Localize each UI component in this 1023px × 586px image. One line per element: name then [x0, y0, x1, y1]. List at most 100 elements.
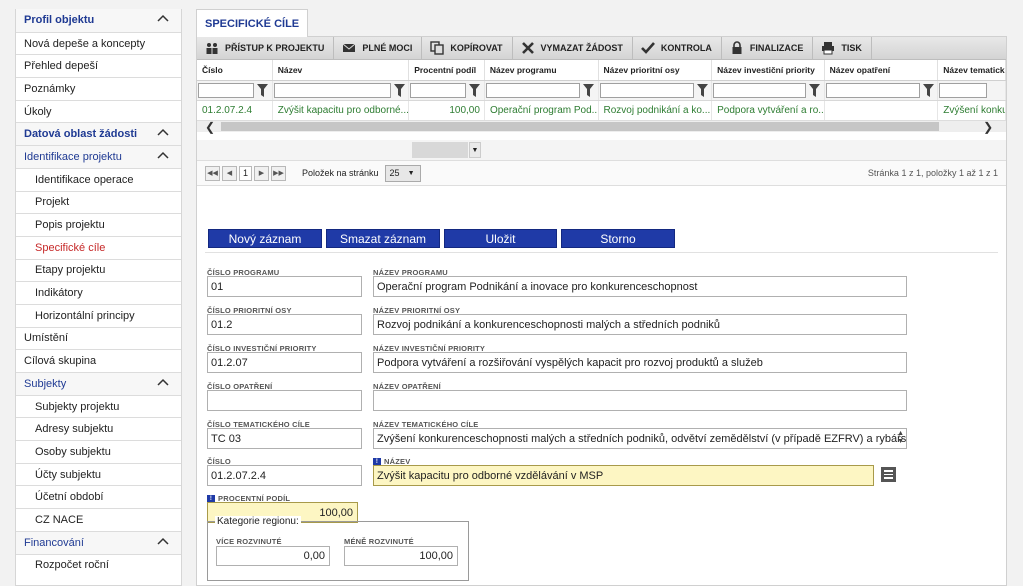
column-header[interactable]: Číslo	[197, 60, 273, 80]
tisk-button[interactable]: TISK	[813, 37, 872, 59]
chevron-up-icon[interactable]	[157, 128, 169, 140]
column-header[interactable]: Název investiční priority	[712, 60, 825, 80]
sidebar-item-identifikace-operace[interactable]: Identifikace operace	[16, 167, 181, 191]
number-field[interactable]: 01.2.07.2.4	[207, 465, 362, 486]
column-header[interactable]: Procentní podíl	[409, 60, 485, 80]
scroll-left-icon[interactable]: ❮	[205, 120, 215, 134]
sidebar-item-nová-depeše-a-koncepty[interactable]: Nová depeše a koncepty	[16, 31, 181, 55]
program-number-field[interactable]: 01	[207, 276, 362, 297]
finalizace-button[interactable]: FINALIZACE	[722, 37, 814, 59]
sidebar-item-etapy-projektu[interactable]: Etapy projektu	[16, 258, 181, 282]
sidebar-item-specifické-cíle[interactable]: Specifické cíle	[16, 235, 181, 259]
filter-input[interactable]	[273, 83, 391, 98]
filter-icon[interactable]	[469, 84, 482, 97]
sidebar-item-cz-nace[interactable]: CZ NACE	[16, 508, 181, 531]
sidebar-item-adresy-subjektu[interactable]: Adresy subjektu	[16, 417, 181, 440]
filter-icon[interactable]	[393, 84, 407, 97]
column-header[interactable]: Název opatření	[825, 60, 939, 80]
sidebar-item-datová-oblast-žádosti[interactable]: Datová oblast žádosti	[16, 122, 181, 146]
vymazat-žádost-button[interactable]: VYMAZAT ŽÁDOST	[513, 37, 633, 59]
filter-input[interactable]	[485, 83, 580, 98]
column-header[interactable]: Název prioritní osy	[599, 60, 713, 80]
sidebar-item-financování[interactable]: Financování	[16, 530, 181, 554]
plné-moci-button[interactable]: PLNÉ MOCI	[334, 37, 423, 59]
filter-icon[interactable]	[922, 84, 936, 97]
filter-icon[interactable]	[696, 84, 710, 97]
scrollbar-thumb[interactable]	[221, 122, 940, 131]
filter-input[interactable]	[825, 83, 920, 98]
sidebar-item-projekt[interactable]: Projekt	[16, 190, 181, 214]
investment-priority-name-field[interactable]: Podpora vytváření a rozšiřování vyspělýc…	[373, 352, 907, 373]
column-header[interactable]: Název tematického	[938, 60, 1006, 80]
sidebar-item-identifikace-projektu[interactable]: Identifikace projektu	[16, 145, 181, 168]
table-row[interactable]: 01.2.07.2.4 Zvýšit kapacitu pro odborné..…	[197, 101, 1006, 120]
filter-input[interactable]	[599, 83, 694, 98]
sidebar-item-osoby-subjektu[interactable]: Osoby subjektu	[16, 440, 181, 463]
sidebar-item-label: Nová depeše a koncepty	[24, 37, 146, 50]
list-icon[interactable]	[881, 467, 896, 482]
next-page-icon[interactable]: ▶	[254, 165, 269, 181]
chevron-up-icon[interactable]	[157, 14, 169, 26]
filter-input[interactable]	[713, 83, 807, 98]
tab-specificke-cile[interactable]: SPECIFICKÉ CÍLE	[196, 9, 309, 37]
program-name-field[interactable]: Operační program Podnikání a inovace pro…	[373, 276, 907, 297]
sidebar-item-umístění[interactable]: Umístění	[16, 326, 181, 350]
name-field[interactable]: Zvýšit kapacitu pro odborné vzdělávání v…	[373, 465, 874, 486]
sidebar-item-účetní-období[interactable]: Účetní období	[16, 485, 181, 508]
sidebar-item-popis-projektu[interactable]: Popis projektu	[16, 213, 181, 236]
secondary-scrollbar[interactable]: ▼	[197, 140, 1006, 160]
delete-record-button[interactable]: Smazat záznam	[326, 229, 440, 248]
pager-info: Stránka 1 z 1, položky 1 až 1 z 1	[867, 168, 998, 178]
priority-axis-name-field[interactable]: Rozvoj podnikání a konkurenceschopnosti …	[373, 314, 907, 335]
kontrola-button[interactable]: KONTROLA	[633, 37, 722, 59]
sidebar-item-rozpočet-roční[interactable]: Rozpočet roční	[16, 553, 181, 577]
prev-page-icon[interactable]: ◀	[222, 165, 237, 181]
sidebar-item-profil-objektu[interactable]: Profil objektu	[16, 9, 181, 32]
toolbar-button-label: KONTROLA	[660, 43, 712, 53]
new-record-button[interactable]: Nový záznam	[208, 229, 322, 248]
measure-name-field[interactable]	[373, 390, 907, 411]
thematic-goal-name-field[interactable]: Zvýšení konkurenceschopnosti malých a st…	[373, 428, 907, 449]
page-number[interactable]: 1	[239, 165, 252, 181]
filter-icon[interactable]	[809, 84, 822, 97]
spinner-icon[interactable]: ▲ ▼	[897, 430, 904, 446]
scrollbar-thumb-secondary[interactable]	[412, 142, 468, 158]
measure-number-field[interactable]	[207, 390, 362, 411]
investment-priority-number-field[interactable]: 01.2.07	[207, 352, 362, 373]
dropdown-arrow-icon[interactable]: ▼	[469, 142, 481, 158]
scroll-right-icon[interactable]: ❯	[983, 120, 993, 134]
sidebar-item-účty-subjektu[interactable]: Účty subjektu	[16, 462, 181, 486]
horizontal-scrollbar[interactable]: ❮ ❯	[197, 120, 1006, 134]
save-button[interactable]: Uložit	[444, 229, 557, 248]
first-page-icon[interactable]: ◀◀	[205, 165, 220, 181]
sidebar-item-horizontální-principy[interactable]: Horizontální principy	[16, 303, 181, 327]
filter-input[interactable]	[410, 83, 467, 98]
filter-icon[interactable]	[257, 84, 270, 97]
sidebar-item-cílová-skupina[interactable]: Cílová skupina	[16, 349, 181, 372]
přístup-k-projektu-button[interactable]: PŘÍSTUP K PROJEKTU	[197, 37, 335, 59]
filter-input[interactable]	[198, 83, 254, 98]
more-developed-field[interactable]: 0,00	[216, 546, 330, 566]
cancel-button[interactable]: Storno	[561, 229, 675, 248]
people-icon	[205, 41, 219, 55]
sidebar-item-poznámky[interactable]: Poznámky	[16, 77, 181, 100]
filter-icon[interactable]	[582, 84, 596, 97]
kopírovat-button[interactable]: KOPÍROVAT	[422, 37, 513, 59]
sidebar-item-přehled-depeší[interactable]: Přehled depeší	[16, 54, 181, 77]
sidebar-item-label: Subjekty	[24, 377, 67, 390]
last-page-icon[interactable]: ▶▶	[271, 165, 286, 181]
sidebar-item-indikátory[interactable]: Indikátory	[16, 281, 181, 304]
filter-input[interactable]	[939, 83, 988, 98]
per-page-select[interactable]: 25 ▼	[384, 164, 421, 182]
thematic-goal-number-field[interactable]: TC 03	[207, 428, 362, 449]
sidebar-item-subjekty[interactable]: Subjekty	[16, 372, 181, 395]
less-developed-field[interactable]: 100,00	[344, 546, 458, 566]
column-header[interactable]: Název programu	[485, 60, 599, 80]
chevron-up-icon[interactable]	[157, 151, 169, 163]
priority-axis-number-field[interactable]: 01.2	[207, 314, 362, 335]
sidebar-item-subjekty-projektu[interactable]: Subjekty projektu	[16, 394, 181, 418]
sidebar-item-úkoly[interactable]: Úkoly	[16, 99, 181, 123]
column-header[interactable]: Název	[273, 60, 410, 80]
chevron-up-icon[interactable]	[157, 537, 169, 549]
chevron-up-icon[interactable]	[157, 378, 169, 390]
